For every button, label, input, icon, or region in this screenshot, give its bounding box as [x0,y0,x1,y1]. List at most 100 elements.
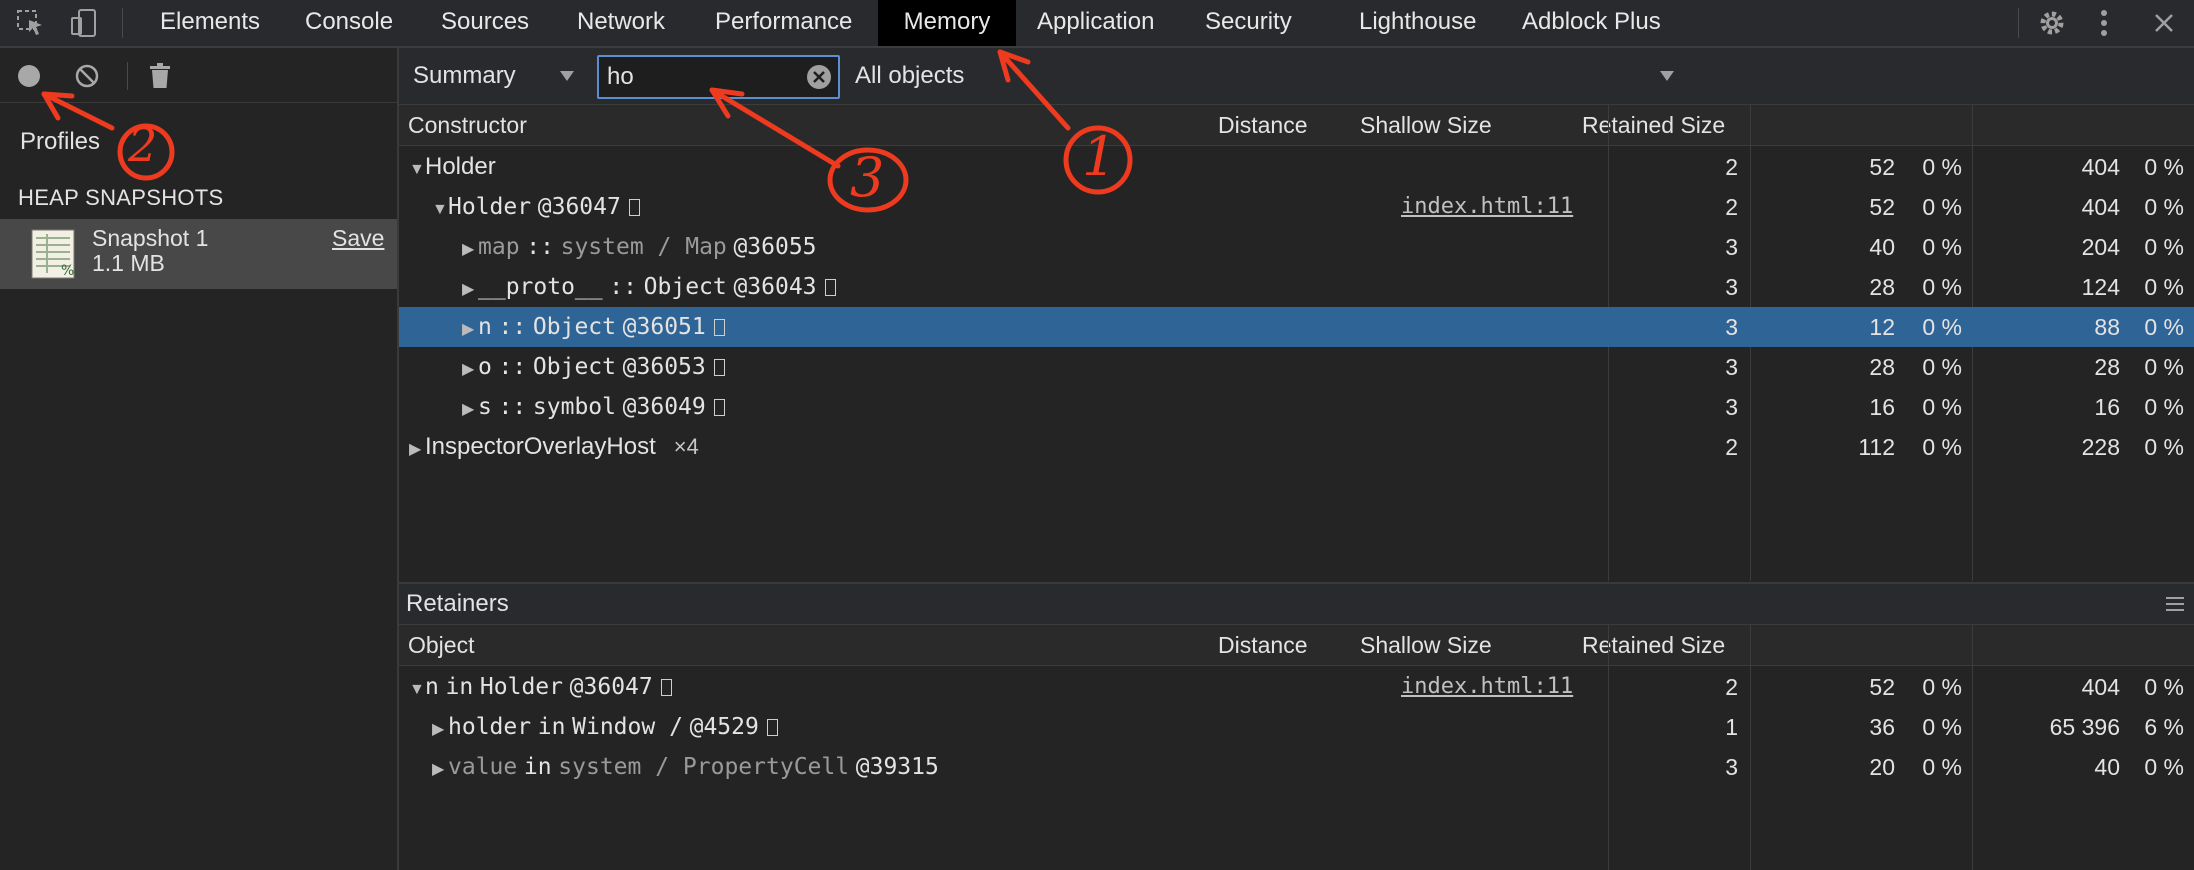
retained-size-value: 404 [2081,154,2120,180]
constructor-name: InspectorOverlayHost [425,433,656,460]
source-link[interactable]: index.html:11 [1401,187,1573,227]
retained-percent-value: 0 % [2144,674,2184,700]
distance-value: 2 [1725,674,1738,700]
snapshot-list-item[interactable]: % Snapshot 1 1.1 MB Save [0,219,397,289]
header-distance[interactable]: Distance [1218,625,1307,665]
object-id: @4529 [689,714,759,740]
class-filter-input[interactable]: ho [597,55,840,99]
trash-icon[interactable] [146,61,174,91]
device-toolbar-icon[interactable] [68,8,100,38]
shallow-percent-value: 0 % [1922,194,1962,220]
header-retained-size[interactable]: Retained Size [1582,625,1725,665]
shallow-percent-value: 0 % [1922,234,1962,260]
distance-value: 3 [1725,394,1738,420]
property-name: __proto__ [478,274,603,300]
tab-memory[interactable]: Memory [878,0,1016,46]
menu-icon[interactable] [2164,593,2186,615]
save-link[interactable]: Save [332,225,384,252]
expanded-triangle-icon[interactable]: ▼ [409,670,425,710]
header-constructor[interactable]: Constructor [408,105,527,145]
separator: :: [609,274,637,300]
gear-icon[interactable] [2036,7,2068,39]
header-distance[interactable]: Distance [1218,105,1307,145]
constructor-name: Holder [425,153,496,180]
collapsed-triangle-icon[interactable]: ▶ [462,270,478,310]
toolbar-divider [2018,8,2019,38]
view-select[interactable]: Summary [413,48,593,104]
tab-lighthouse[interactable]: Lighthouse [1359,0,1476,46]
shallow-percent-value: 0 % [1922,354,1962,380]
tab-network[interactable]: Network [577,0,665,46]
close-icon[interactable] [2150,8,2178,38]
expanded-triangle-icon[interactable]: ▼ [432,190,448,230]
distance-value: 2 [1725,154,1738,180]
toolbar-divider [122,8,123,38]
summary-grid-header: Constructor Distance Shallow Size Retain… [399,105,2194,146]
row-name: ▶ s :: symbol @36049 [462,387,725,427]
in-keyword: in [523,754,552,780]
class-filter-value: ho [607,63,634,90]
header-retained-size[interactable]: Retained Size [1582,105,1725,145]
row-name: ▶ value in system / PropertyCell @39315 [432,747,939,787]
retained-percent-value: 0 % [2144,354,2184,380]
object-name: Holder [448,194,532,220]
shallow-percent-value: 0 % [1922,674,1962,700]
collapsed-triangle-icon[interactable]: ▶ [409,430,425,470]
shallow-percent-value: 0 % [1922,394,1962,420]
distance-value: 3 [1725,754,1738,780]
more-options-icon[interactable] [2092,7,2116,39]
property-name: holder [448,714,532,740]
tab-application[interactable]: Application [1037,0,1154,46]
property-name: value [448,754,518,780]
tab-elements[interactable]: Elements [160,0,260,46]
object-type: symbol [532,394,616,420]
source-link[interactable]: index.html:11 [1401,667,1573,707]
annotation-label-2: 2 [128,118,158,172]
object-glyph-icon [766,719,778,736]
collapsed-triangle-icon[interactable]: ▶ [462,230,478,270]
header-shallow-size[interactable]: Shallow Size [1360,625,1492,665]
shallow-size-value: 52 [1869,154,1895,180]
object-filter-value: All objects [855,62,965,89]
collapsed-triangle-icon[interactable]: ▶ [462,310,478,350]
sidebar-toolbar [0,48,397,103]
object-id: @36051 [622,314,706,340]
retained-percent-value: 0 % [2144,234,2184,260]
collapsed-triangle-icon[interactable]: ▶ [462,390,478,430]
collapsed-triangle-icon[interactable]: ▶ [462,350,478,390]
retainers-grid-header: Object Distance Shallow Size Retained Si… [399,625,2194,666]
tab-sources[interactable]: Sources [441,0,529,46]
retained-size-value: 404 [2081,674,2120,700]
header-object[interactable]: Object [408,625,474,665]
tab-security[interactable]: Security [1205,0,1292,46]
devtools-tab-bar: Elements Console Sources Network Perform… [0,0,2194,48]
inspect-element-icon[interactable] [14,8,46,38]
object-type: Object [532,354,616,380]
retained-percent-value: 6 % [2144,714,2184,740]
shallow-percent-value: 0 % [1922,754,1962,780]
clear-all-icon[interactable] [72,62,102,90]
retained-percent-value: 0 % [2144,394,2184,420]
header-shallow-size[interactable]: Shallow Size [1360,105,1492,145]
retained-size-value: 228 [2081,434,2120,460]
tab-performance[interactable]: Performance [715,0,852,46]
expanded-triangle-icon[interactable]: ▼ [409,150,425,190]
collapsed-triangle-icon[interactable]: ▶ [432,710,448,750]
shallow-percent-value: 0 % [1922,274,1962,300]
row-name: ▶ __proto__ :: Object @36043 [462,267,836,307]
object-filter-select[interactable]: All objects [855,48,1685,104]
retained-size-value: 404 [2081,194,2120,220]
object-glyph-icon [713,319,725,336]
record-icon[interactable] [14,62,44,90]
tab-console[interactable]: Console [305,0,393,46]
heap-filter-bar: Summary ho All objects [399,48,2194,105]
object-glyph-icon [824,279,836,296]
shallow-size-value: 28 [1869,274,1895,300]
collapsed-triangle-icon[interactable]: ▶ [432,750,448,790]
separator: :: [526,234,554,260]
tab-adblock-plus[interactable]: Adblock Plus [1522,0,1661,46]
clear-search-icon[interactable] [806,64,832,90]
row-name: ▶ InspectorOverlayHost ×4 [409,427,699,467]
shallow-size-value: 36 [1869,714,1895,740]
object-glyph-icon [713,359,725,376]
